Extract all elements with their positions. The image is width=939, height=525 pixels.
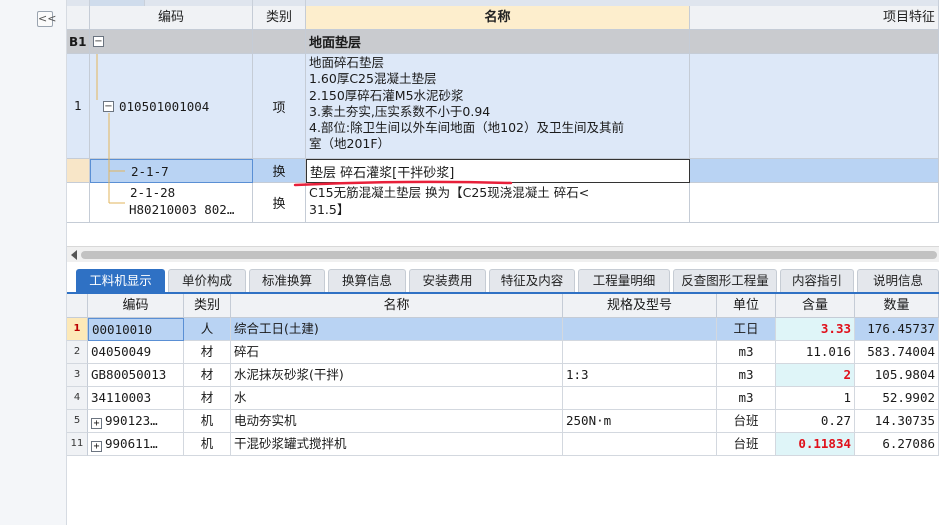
collapse-panel-button[interactable]: << bbox=[37, 11, 56, 27]
resource-name[interactable]: 干混砂浆罐式搅拌机 bbox=[231, 433, 563, 456]
top-item-grid: 编码 类别 名称 项目特征 B1 − 地面垫层 1 − 010501001004… bbox=[67, 0, 939, 246]
resource-spec[interactable] bbox=[563, 433, 717, 456]
resource-content[interactable]: 0.27 bbox=[776, 410, 855, 433]
name-column-header[interactable]: 名称 bbox=[231, 294, 563, 318]
resource-quantity[interactable]: 176.45737 bbox=[855, 318, 939, 341]
resource-unit[interactable]: 工日 bbox=[717, 318, 776, 341]
left-panel: << bbox=[0, 0, 67, 525]
resource-code[interactable]: GB80050013 bbox=[88, 364, 184, 387]
resource-code[interactable]: 34110003 bbox=[88, 387, 184, 410]
resource-name[interactable]: 水泥抹灰砂浆(干拌) bbox=[231, 364, 563, 387]
row-number-header bbox=[67, 294, 88, 318]
resource-name[interactable]: 电动夯实机 bbox=[231, 410, 563, 433]
resource-code[interactable]: +990123… bbox=[88, 410, 184, 433]
row-number: 11 bbox=[67, 433, 88, 456]
resource-name[interactable]: 水 bbox=[231, 387, 563, 410]
resource-unit[interactable]: 台班 bbox=[717, 410, 776, 433]
resource-category[interactable]: 材 bbox=[184, 341, 231, 364]
unit-column-header[interactable]: 单位 bbox=[717, 294, 776, 318]
expand-toggle-icon[interactable]: + bbox=[91, 418, 102, 429]
code-column-header[interactable]: 编码 bbox=[88, 294, 184, 318]
tab-quantity-details[interactable]: 工程量明细 bbox=[578, 269, 670, 292]
scrollbar-thumb[interactable] bbox=[81, 251, 937, 259]
expand-toggle-icon[interactable]: + bbox=[91, 441, 102, 452]
tab-description-info[interactable]: 说明信息 bbox=[857, 269, 939, 292]
resource-code[interactable]: 00010010 bbox=[88, 318, 184, 341]
resource-category[interactable]: 材 bbox=[184, 364, 231, 387]
resource-content[interactable]: 1 bbox=[776, 387, 855, 410]
category-column-header[interactable]: 类别 bbox=[184, 294, 231, 318]
resource-quantity[interactable]: 6.27086 bbox=[855, 433, 939, 456]
row-number: 4 bbox=[67, 387, 88, 410]
detail-tabs: 工料机显示 单价构成 标准换算 换算信息 安装费用 特征及内容 工程量明细 反查… bbox=[67, 266, 939, 294]
resource-content[interactable]: 0.11834 bbox=[776, 433, 855, 456]
tab-labor-material-machine[interactable]: 工料机显示 bbox=[76, 269, 165, 292]
red-underline-annotation bbox=[293, 180, 513, 187]
resource-category[interactable]: 人 bbox=[184, 318, 231, 341]
resource-unit[interactable]: m3 bbox=[717, 387, 776, 410]
resource-spec[interactable] bbox=[563, 318, 717, 341]
resource-code[interactable]: +990611… bbox=[88, 433, 184, 456]
resource-content[interactable]: 11.016 bbox=[776, 341, 855, 364]
tree-connector-lines bbox=[96, 54, 125, 204]
tab-conversion-info[interactable]: 换算信息 bbox=[328, 269, 406, 292]
resource-code-text: 990611… bbox=[105, 436, 158, 451]
resource-category[interactable]: 机 bbox=[184, 433, 231, 456]
tab-content-guide[interactable]: 内容指引 bbox=[780, 269, 854, 292]
row-number: 3 bbox=[67, 364, 88, 387]
resource-category[interactable]: 机 bbox=[184, 410, 231, 433]
resource-content[interactable]: 2 bbox=[776, 364, 855, 387]
resource-content[interactable]: 3.33 bbox=[776, 318, 855, 341]
content-column-header[interactable]: 含量 bbox=[776, 294, 855, 318]
tab-reverse-lookup-quantities[interactable]: 反查图形工程量 bbox=[673, 269, 777, 292]
resource-grid: 编码 类别 名称 规格及型号 单位 含量 数量 1 00010010 人 综合工… bbox=[67, 294, 939, 525]
resource-category[interactable]: 材 bbox=[184, 387, 231, 410]
tab-unit-price-composition[interactable]: 单价构成 bbox=[168, 269, 246, 292]
resource-quantity[interactable]: 52.9902 bbox=[855, 387, 939, 410]
resource-quantity[interactable]: 583.74004 bbox=[855, 341, 939, 364]
tab-standard-conversion[interactable]: 标准换算 bbox=[249, 269, 325, 292]
tab-features-content[interactable]: 特征及内容 bbox=[489, 269, 575, 292]
resource-unit[interactable]: m3 bbox=[717, 364, 776, 387]
resource-spec[interactable]: 250N·m bbox=[563, 410, 717, 433]
row-number: 1 bbox=[67, 318, 88, 341]
resource-unit[interactable]: 台班 bbox=[717, 433, 776, 456]
resource-unit[interactable]: m3 bbox=[717, 341, 776, 364]
row-number: 5 bbox=[67, 410, 88, 433]
resource-spec[interactable] bbox=[563, 387, 717, 410]
tab-installation-fees[interactable]: 安装费用 bbox=[409, 269, 486, 292]
resource-quantity[interactable]: 105.9804 bbox=[855, 364, 939, 387]
resource-name[interactable]: 碎石 bbox=[231, 341, 563, 364]
resource-name[interactable]: 综合工日(土建) bbox=[231, 318, 563, 341]
spec-column-header[interactable]: 规格及型号 bbox=[563, 294, 717, 318]
quantity-column-header[interactable]: 数量 bbox=[855, 294, 939, 318]
row-number: 2 bbox=[67, 341, 88, 364]
resource-code-text: 990123… bbox=[105, 413, 158, 428]
resource-spec[interactable] bbox=[563, 341, 717, 364]
resource-quantity[interactable]: 14.30735 bbox=[855, 410, 939, 433]
resource-code[interactable]: 04050049 bbox=[88, 341, 184, 364]
horizontal-scrollbar[interactable] bbox=[67, 246, 939, 262]
resource-spec[interactable]: 1:3 bbox=[563, 364, 717, 387]
scroll-left-arrow-icon[interactable] bbox=[71, 250, 77, 260]
